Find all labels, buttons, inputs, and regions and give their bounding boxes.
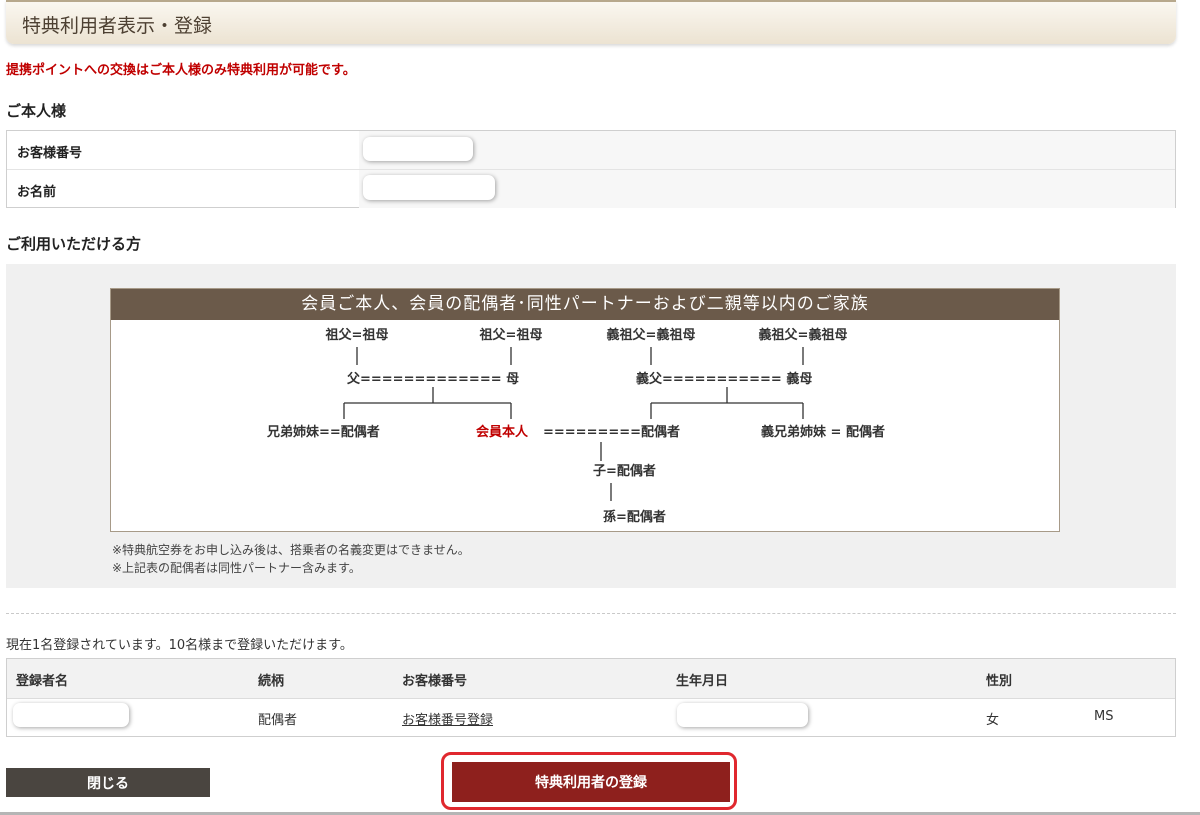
cell-relation: 配偶者 [258,713,298,728]
table-header-row: 登録者名 続柄 お客様番号 生年月日 性別 [7,659,1175,699]
tree-grandchild: 孫=配偶者 [603,509,666,525]
tree-inlaw-grandparents-2: 義祖父=義祖母 [759,327,848,343]
tree-spouse: =========配偶者 [543,424,680,440]
note-partner: ※上記表の配偶者は同性パートナー含みます。 [112,561,361,575]
member-number-row: お客様番号 [7,131,1175,169]
page-title: 特典利用者表示・登録 [22,15,213,37]
register-beneficiary-button[interactable]: 特典利用者の登録 [452,762,730,802]
self-section-title: ご本人様 [6,102,67,120]
register-member-number-link[interactable]: お客様番号登録 [402,713,493,728]
name-cell [359,170,1175,208]
tree-inlaw-siblings: 義兄弟姉妹 = 配偶者 [761,424,885,440]
tree-child: 子=配偶者 [593,463,656,479]
cell-member-number: お客様番号登録 [402,709,493,728]
family-tree-chart: 会員ご本人、会員の配偶者･同性パートナーおよび二親等以内のご家族 祖父=祖母 祖… [110,288,1060,532]
redacted-registrant-name [13,703,129,727]
member-number-label: お客様番号 [17,146,83,161]
tree-inlaw-grandparents-1: 義祖父=義祖母 [607,327,696,343]
section-divider [6,613,1176,614]
cell-title: MS [1094,709,1114,724]
member-number-cell [359,131,1175,169]
tree-inlaw-parents: 義父=========== 義母 [636,371,812,387]
close-button[interactable]: 閉じる [6,768,210,797]
registered-count-text: 現在1名登録されています。10名様まで登録いただけます。 [6,638,353,653]
tree-siblings: 兄弟姉妹==配偶者 [266,424,380,440]
col-birthdate: 生年月日 [676,674,729,689]
tree-grandparents-paternal: 祖父=祖母 [325,327,389,343]
registered-users-table: 登録者名 続柄 お客様番号 生年月日 性別 配偶者 お客様番号登録 女 MS [6,658,1176,737]
redacted-name [363,175,495,200]
col-member-number: お客様番号 [402,674,468,689]
name-row: お名前 [7,169,1175,208]
tree-grandparents-maternal: 祖父=祖母 [479,327,543,343]
tree-parents: 父============= 母 [346,372,519,387]
family-tree-diagram: 祖父=祖母 祖父=祖母 義祖父=義祖母 義祖父=義祖母 父===========… [266,327,885,525]
page-header: 特典利用者表示・登録 [6,0,1176,44]
family-info-box: 会員ご本人、会員の配偶者･同性パートナーおよび二親等以内のご家族 祖父=祖母 祖… [6,264,1176,588]
col-registrant-name: 登録者名 [16,674,69,689]
redacted-member-number [363,137,473,161]
cell-gender: 女 [986,713,1000,728]
eligible-section-title: ご利用いただける方 [6,235,142,253]
redacted-birthdate [677,703,808,727]
name-label: お名前 [17,185,57,200]
tree-member-self: 会員本人 [476,424,529,440]
col-relation: 続柄 [258,674,285,689]
note-name-change: ※特典航空券をお申し込み後は、搭乗者の名義変更はできません。 [112,543,470,557]
col-gender: 性別 [986,674,1013,689]
self-info-table: お客様番号 お名前 [6,130,1176,208]
notice-text: 提携ポイントへの交換はご本人様のみ特典利用が可能です。 [6,63,356,78]
